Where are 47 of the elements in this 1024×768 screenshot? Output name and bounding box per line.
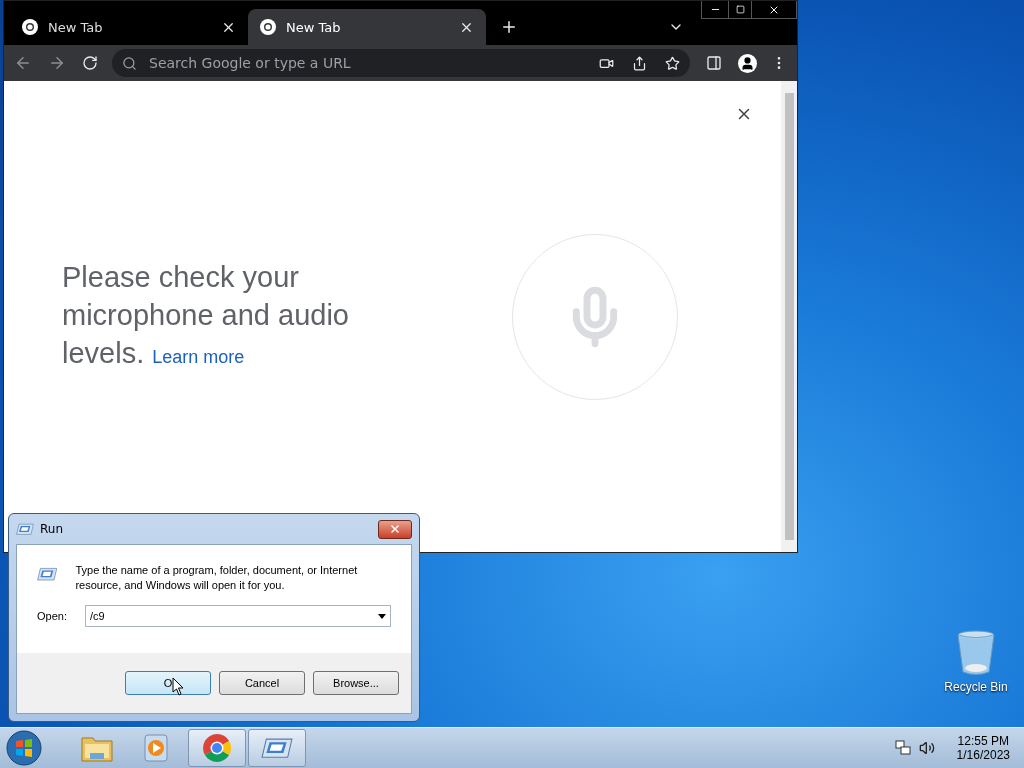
chrome-logo-icon xyxy=(260,19,276,35)
address-bar[interactable]: Search Google or type a URL xyxy=(112,49,690,77)
desktop-icon-label: Recycle Bin xyxy=(944,680,1008,694)
microphone-message: Please check your microphone and audio levels. Learn more xyxy=(62,259,350,371)
start-button-icon[interactable] xyxy=(4,729,44,767)
scrollbar[interactable] xyxy=(781,81,797,552)
browser-tab[interactable]: New Tab xyxy=(248,9,486,45)
chrome-logo-icon xyxy=(22,19,38,35)
open-label: Open: xyxy=(37,610,67,622)
search-icon xyxy=(122,55,137,71)
forward-icon[interactable] xyxy=(48,54,66,72)
clock-date: 1/16/2023 xyxy=(956,748,1010,762)
media-player-icon xyxy=(144,734,170,762)
close-icon xyxy=(389,523,401,535)
close-dialog-button[interactable] xyxy=(378,519,412,539)
dropdown-arrow-icon[interactable] xyxy=(378,613,386,619)
clock[interactable]: 12:55 PM 1/16/2023 xyxy=(956,734,1010,762)
browser-tab[interactable]: New Tab xyxy=(10,9,248,45)
profile-icon[interactable] xyxy=(738,53,757,73)
tab-title: New Tab xyxy=(48,19,104,35)
taskbar-button[interactable] xyxy=(188,729,246,767)
folder-icon xyxy=(81,734,113,762)
dialog-button[interactable]: O xyxy=(125,671,211,695)
side-panel-icon[interactable] xyxy=(706,55,722,71)
tab-title: New Tab xyxy=(286,19,342,35)
reload-icon[interactable] xyxy=(82,55,98,71)
share-icon[interactable] xyxy=(632,55,647,71)
dialog-description: Type the name of a program, folder, document, or Internet resource, and Windows will open it for you. xyxy=(75,563,359,593)
new-tab-icon[interactable] xyxy=(500,18,518,36)
back-icon[interactable] xyxy=(14,54,32,72)
network-icon[interactable] xyxy=(894,740,911,756)
dialog-button[interactable]: Cancel xyxy=(219,671,305,695)
bookmark-star-icon[interactable] xyxy=(665,55,680,71)
taskbar-button[interactable] xyxy=(248,729,306,767)
run-title-icon xyxy=(16,522,34,536)
desktop-icon[interactable]: Recycle Bin xyxy=(940,630,1012,694)
clock-time: 12:55 PM xyxy=(957,734,1009,748)
chrome-logo-icon xyxy=(201,732,233,764)
volume-icon[interactable] xyxy=(918,740,935,756)
maximize-icon xyxy=(735,5,745,14)
run-app-icon xyxy=(261,736,293,760)
learn-more-link[interactable]: Learn more xyxy=(152,346,245,367)
dialog-button[interactable]: Browse... xyxy=(313,671,399,695)
dialog-title: Run xyxy=(40,522,64,536)
mouse-cursor-icon xyxy=(172,677,184,696)
recycle-bin-icon xyxy=(956,630,996,676)
open-combo-box[interactable]: /c9 xyxy=(84,605,391,627)
